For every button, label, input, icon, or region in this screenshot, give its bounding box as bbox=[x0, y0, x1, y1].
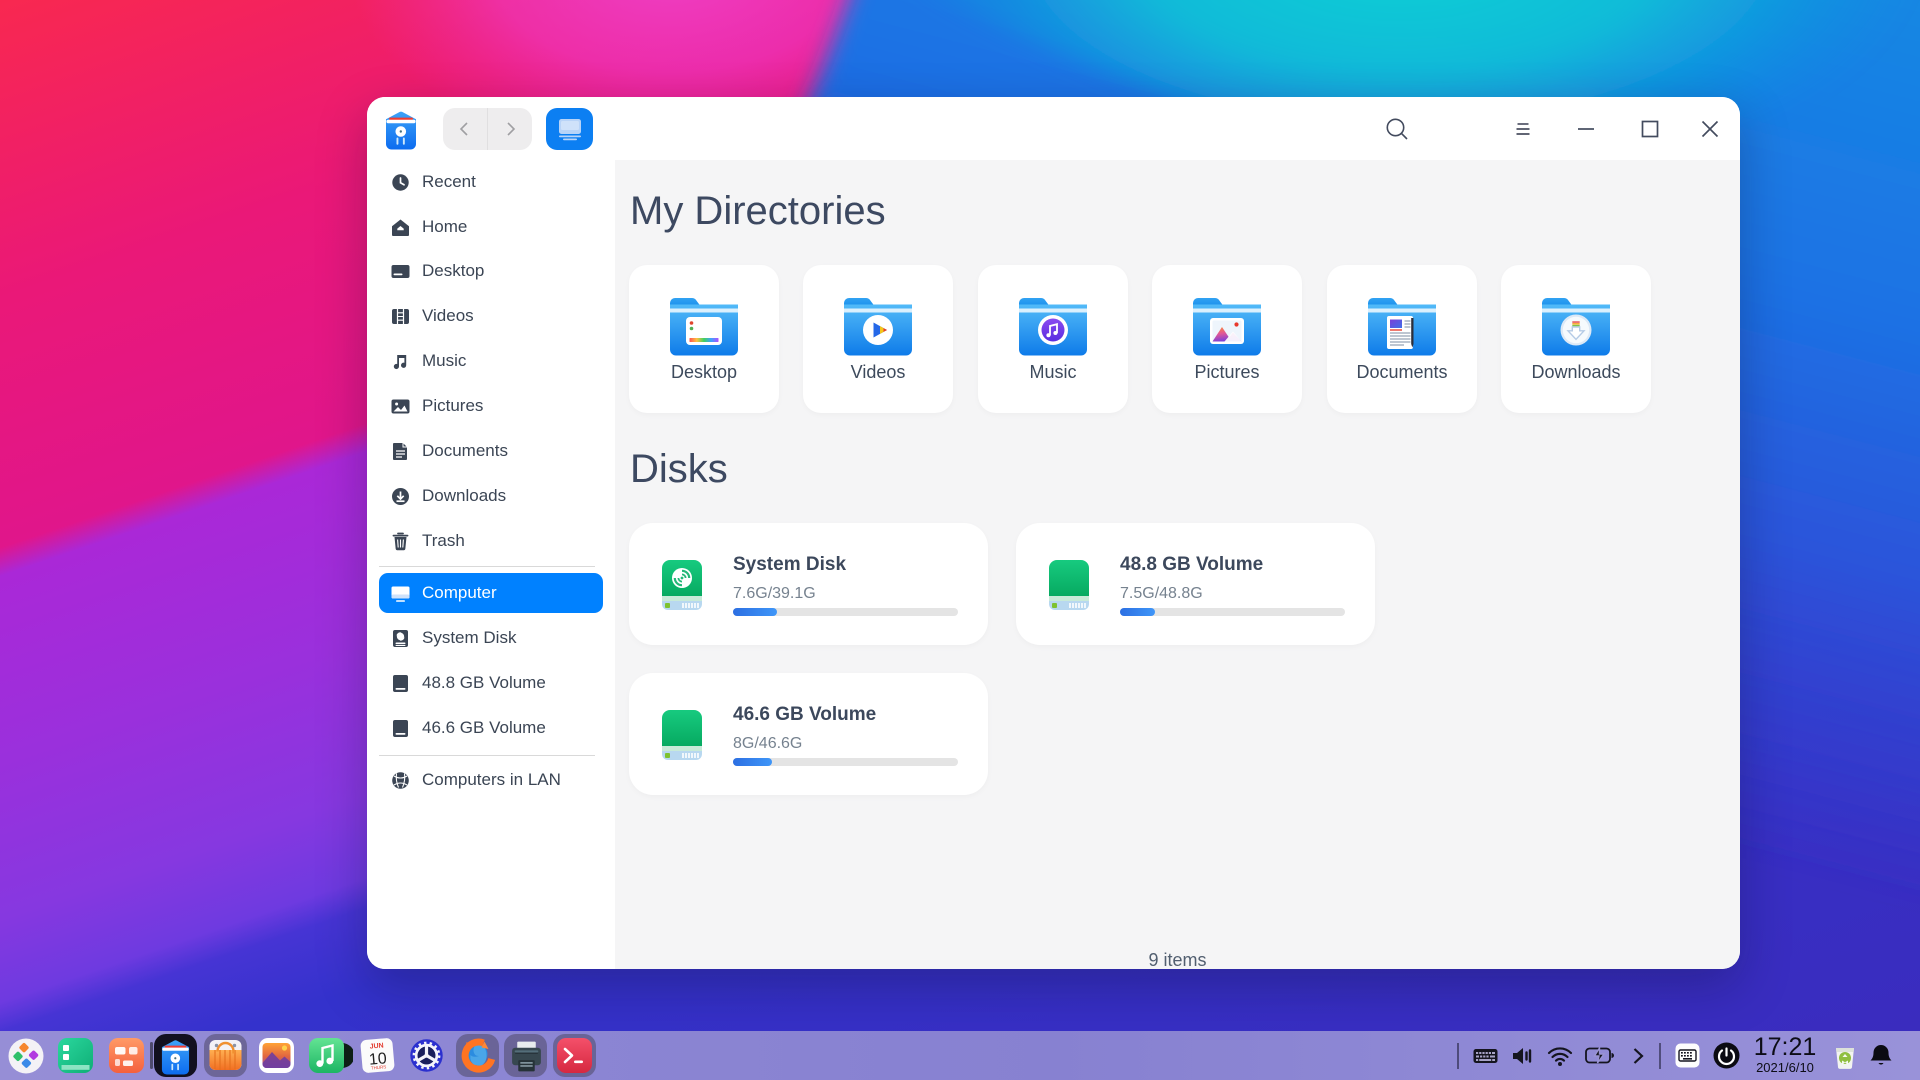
svg-text:JUN: JUN bbox=[369, 1042, 384, 1050]
